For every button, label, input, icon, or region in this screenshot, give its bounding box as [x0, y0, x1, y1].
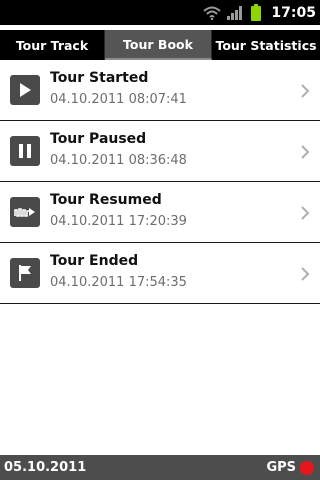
chevron-right-icon	[301, 84, 310, 98]
pause-icon	[10, 136, 40, 166]
status-clock: 17:05	[271, 4, 316, 21]
entry-timestamp: 04.10.2011 08:07:41	[50, 92, 187, 107]
wifi-icon	[203, 6, 222, 20]
list-item[interactable]: Tour Paused 04.10.2011 08:36:48	[0, 121, 320, 182]
tour-book-list: Tour Started 04.10.2011 08:07:41 Tour Pa…	[0, 60, 320, 304]
flag-icon	[10, 258, 40, 288]
entry-title: Tour Resumed	[50, 192, 162, 208]
entry-title: Tour Started	[50, 70, 149, 86]
chevron-right-icon	[301, 206, 310, 220]
entry-title: Tour Ended	[50, 253, 139, 269]
entry-timestamp: 04.10.2011 17:20:39	[50, 214, 187, 229]
entry-title: Tour Paused	[50, 131, 147, 147]
status-icons: 17:05	[203, 0, 316, 25]
list-item[interactable]: Tour Resumed 04.10.2011 17:20:39	[0, 182, 320, 243]
signal-icon	[227, 5, 243, 20]
entry-timestamp: 04.10.2011 08:36:48	[50, 153, 187, 168]
play-icon	[10, 75, 40, 105]
current-date: 05.10.2011	[4, 460, 87, 475]
battery-icon	[251, 4, 262, 21]
tab-tour-statistics[interactable]: Tour Statistics	[212, 30, 320, 60]
gps-label: GPS	[266, 460, 296, 475]
resume-icon	[10, 197, 40, 227]
tab-bar: Tour Track Tour Book Tour Statistics	[0, 30, 320, 60]
list-item[interactable]: Tour Started 04.10.2011 08:07:41	[0, 60, 320, 121]
entry-timestamp: 04.10.2011 17:54:35	[50, 275, 187, 290]
list-item[interactable]: Tour Ended 04.10.2011 17:54:35	[0, 243, 320, 304]
tab-tour-track[interactable]: Tour Track	[0, 30, 105, 60]
gps-status-dot-icon	[300, 460, 314, 475]
chevron-right-icon	[301, 145, 310, 159]
gps-status: GPS	[266, 460, 314, 475]
chevron-right-icon	[301, 267, 310, 281]
status-bar: 17:05	[0, 0, 320, 25]
bottom-status-bar: 05.10.2011 GPS	[0, 455, 320, 480]
tab-tour-book[interactable]: Tour Book	[105, 30, 212, 60]
